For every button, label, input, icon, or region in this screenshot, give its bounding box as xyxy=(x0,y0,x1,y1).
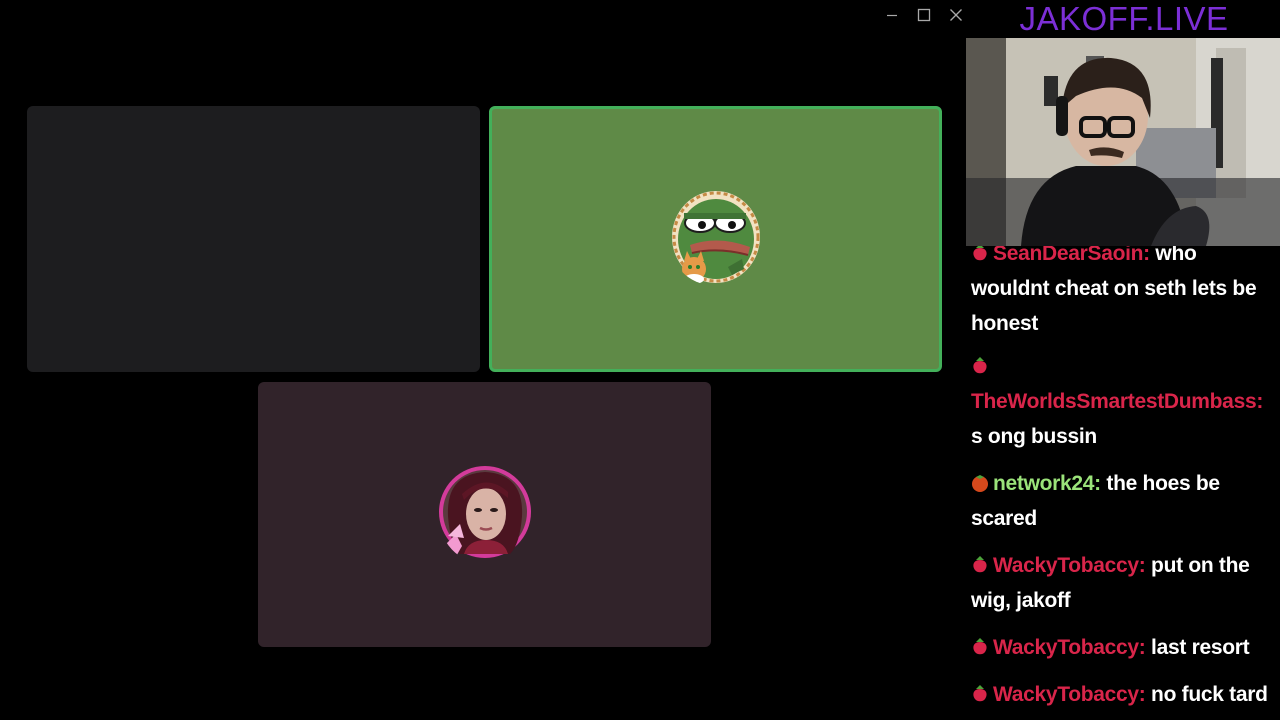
chat-message: WackyTobaccy: last resort xyxy=(971,630,1276,665)
chat-message: WackyTobaccy: no fuck tard xyxy=(971,677,1276,712)
chat-username[interactable]: WackyTobaccy: xyxy=(993,636,1146,659)
pepe-avatar-image xyxy=(672,191,760,284)
close-icon xyxy=(950,9,962,21)
brand-title: JAKOFF.LIVE xyxy=(1019,0,1229,37)
chat-message: TheWorldsSmartestDumbass: s ong bussin xyxy=(971,349,1276,454)
chat-text: last resort xyxy=(1151,636,1250,659)
chat-username[interactable]: SeanDearSaoin: xyxy=(993,246,1150,265)
strawberry-icon xyxy=(973,357,987,374)
video-tile-participant[interactable] xyxy=(258,382,711,647)
video-tile-empty[interactable] xyxy=(27,106,480,372)
chat-text: no fuck tard xyxy=(1151,683,1268,706)
maximize-icon xyxy=(917,8,931,22)
user-avatar-image xyxy=(439,466,531,560)
chat-message: SeanDearSaoin: who wouldnt cheat on seth… xyxy=(971,246,1276,341)
minimize-button[interactable] xyxy=(876,4,908,26)
strawberry-icon xyxy=(973,685,987,702)
strawberry-icon xyxy=(973,246,987,261)
webcam-image xyxy=(966,38,1280,246)
chat-username[interactable]: network24: xyxy=(993,472,1101,495)
chat-message: WackyTobaccy: put on the wig, jakoff xyxy=(971,548,1276,618)
minimize-icon xyxy=(887,14,897,17)
user-avatar xyxy=(438,464,532,564)
chat-panel: SeanDearSaoin: who wouldnt cheat on seth… xyxy=(966,246,1280,720)
window-controls xyxy=(876,4,972,26)
strawberry-icon xyxy=(973,638,987,655)
chat-text: s ong bussin xyxy=(971,425,1097,448)
webcam-feed xyxy=(966,38,1280,246)
chat-message: network24: the hoes be scared xyxy=(971,466,1276,536)
video-tile-speaking[interactable] xyxy=(489,106,942,372)
tomato-icon xyxy=(972,475,988,492)
pepe-avatar xyxy=(670,189,762,285)
maximize-button[interactable] xyxy=(908,4,940,26)
chat-username[interactable]: WackyTobaccy: xyxy=(993,683,1146,706)
chat-username[interactable]: WackyTobaccy: xyxy=(993,554,1146,577)
chat-username[interactable]: TheWorldsSmartestDumbass: xyxy=(971,390,1263,413)
strawberry-icon xyxy=(973,556,987,573)
